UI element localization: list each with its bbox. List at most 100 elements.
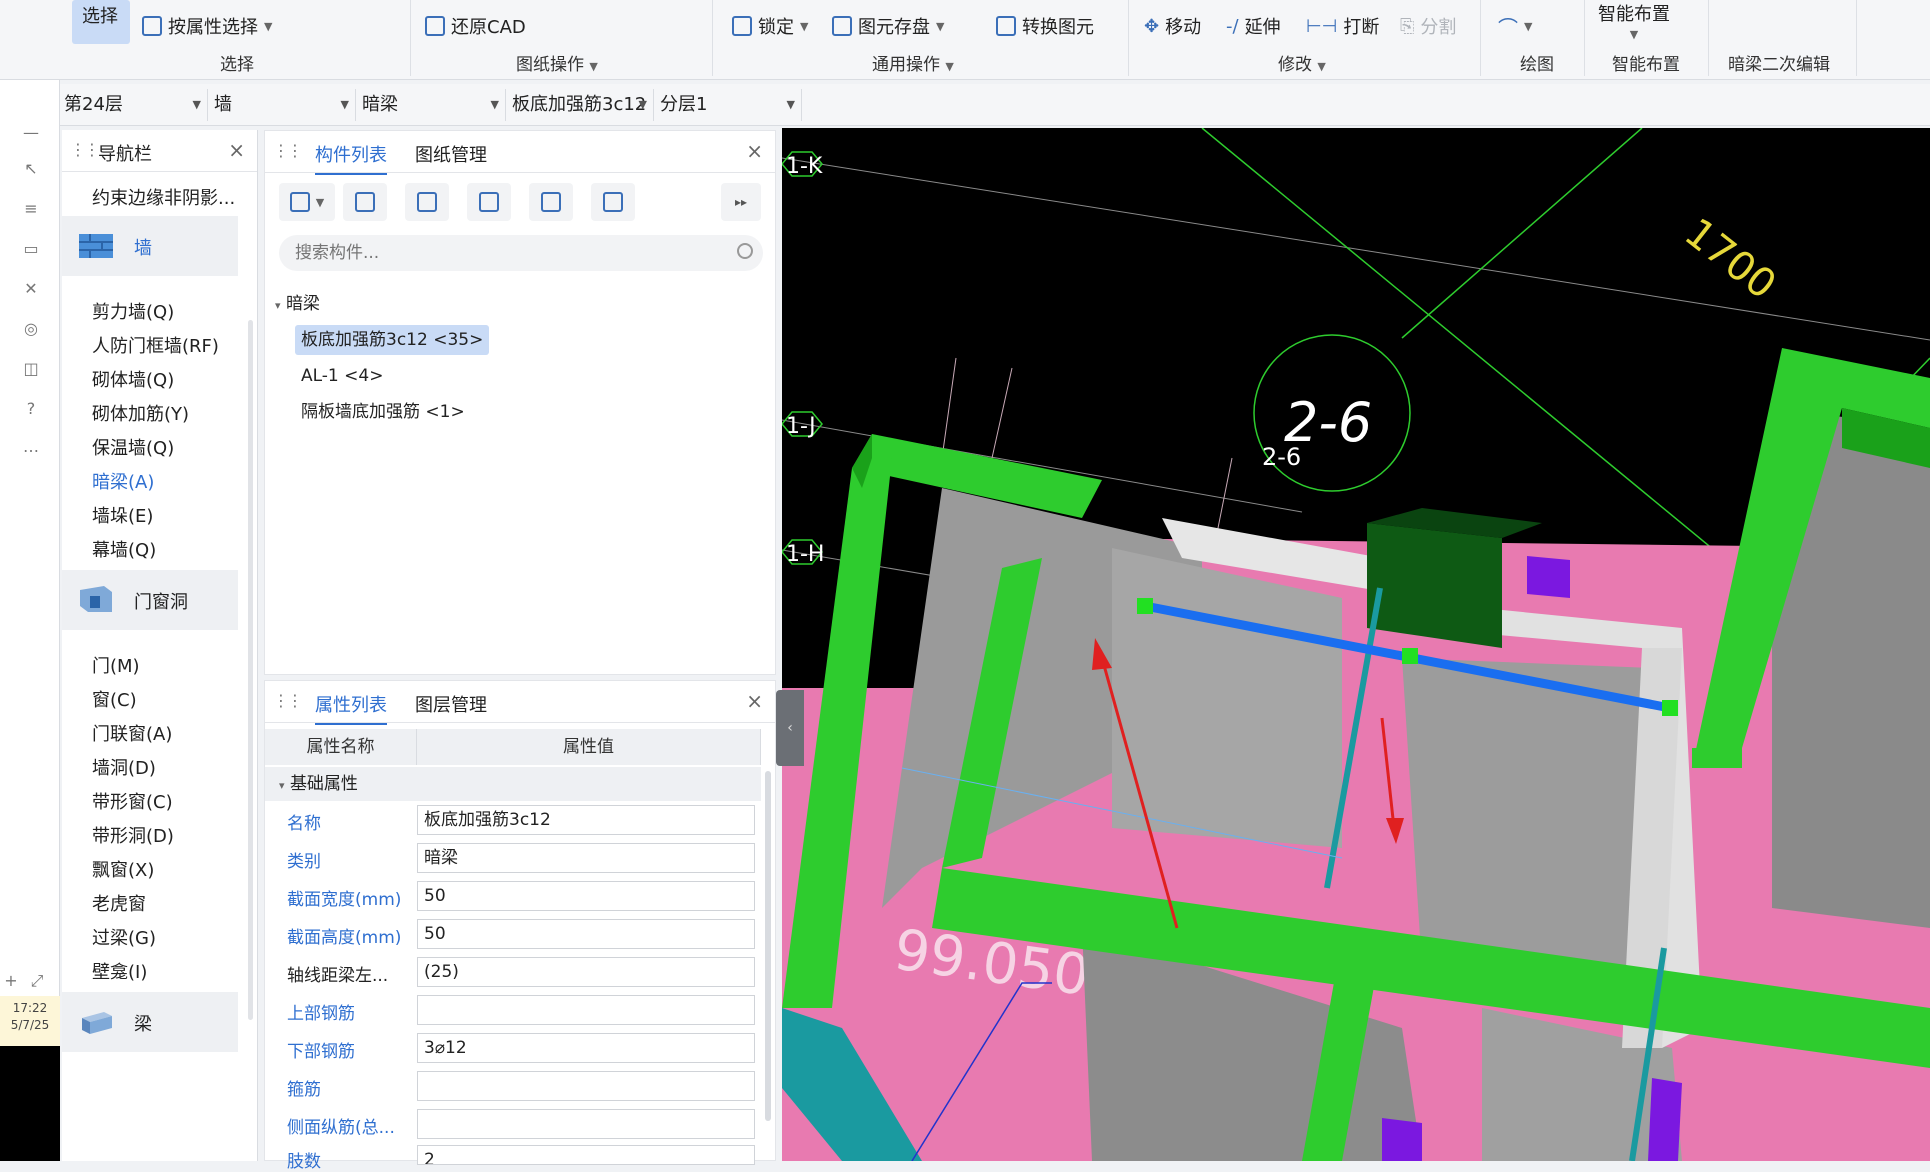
nav-item-wall-opening[interactable]: 墙洞(D) (92, 754, 156, 780)
minimize-icon[interactable]: — (20, 122, 42, 144)
tree-item-slab-bottom-rebar[interactable]: 板底加强筋3c12 <35> (295, 325, 490, 355)
convert-elements-button[interactable]: 转换图元 (996, 12, 1094, 40)
new-component-button[interactable]: ▼ (279, 183, 335, 221)
tree-item-partition-bottom-rebar[interactable]: 隔板墙底加强筋 <1> (295, 397, 471, 427)
drag-handle-icon[interactable]: ⋮⋮ (273, 691, 303, 710)
nav-item-hidden-beam[interactable]: 暗梁(A) (92, 468, 154, 494)
draw-arc-button[interactable]: ⌒ ▼ (1498, 12, 1532, 40)
tree-root-hidden-beam[interactable]: ▾ 暗梁 (269, 289, 326, 319)
close-icon[interactable]: × (746, 139, 763, 163)
nav-item-constraint-edge[interactable]: 约束边缘非阴影... (92, 184, 235, 210)
lock-button[interactable]: 锁定 ▼ (732, 12, 808, 40)
break-button[interactable]: ⊢⊣ 打断 (1306, 12, 1379, 40)
tab-drawing-management[interactable]: 图纸管理 (415, 141, 487, 167)
grip-handle[interactable] (1402, 648, 1418, 664)
select-by-attribute-button[interactable]: 按属性选择 ▼ (142, 12, 272, 40)
layer-select[interactable]: 分层1 ▼ (656, 89, 802, 121)
nav-item-curtain-wall[interactable]: 幕墙(Q) (92, 536, 156, 562)
component-select[interactable]: 板底加强筋3c12 ▼ (508, 89, 654, 121)
nav-item-civil-defense-door-wall[interactable]: 人防门框墙(RF) (92, 332, 219, 358)
pointer-icon[interactable]: ↖ (20, 158, 42, 180)
prop-value-top-rebar[interactable] (417, 995, 755, 1025)
collapse-panel-handle[interactable]: ‹ (776, 690, 804, 766)
drag-handle-icon[interactable]: ⋮⋮ (273, 141, 303, 160)
group-label-modify[interactable]: 修改 ▼ (1278, 50, 1326, 75)
save-elements-button[interactable]: 图元存盘 ▼ (832, 12, 944, 40)
nav-item-masonry-reinforcement[interactable]: 砌体加筋(Y) (92, 400, 189, 426)
tree-item-al-1[interactable]: AL-1 <4> (295, 361, 389, 391)
close-icon[interactable]: × (746, 689, 763, 713)
smart-layout-button[interactable]: 智能布置 ▼ (1598, 0, 1670, 41)
type-select[interactable]: 暗梁 ▼ (358, 89, 506, 121)
duplicate-layer-button[interactable] (467, 183, 511, 221)
extend-button[interactable]: -/ 延伸 (1226, 12, 1281, 40)
move-button[interactable]: ✥ 移动 (1144, 12, 1201, 40)
prop-value-stirrup[interactable] (417, 1071, 755, 1101)
bookmark-icon[interactable]: ◫ (20, 358, 42, 380)
load-component-button[interactable] (591, 183, 635, 221)
nav-item-shear-wall[interactable]: 剪力墙(Q) (92, 298, 174, 324)
grip-handle[interactable] (1137, 598, 1153, 614)
purple-marker[interactable] (1648, 1078, 1682, 1161)
group-label-drawing-ops[interactable]: 图纸操作 ▼ (516, 50, 598, 75)
nav-item-masonry-wall[interactable]: 砌体墙(Q) (92, 366, 174, 392)
add-icon[interactable]: + (0, 970, 22, 992)
wall-top-green[interactable] (1692, 748, 1742, 768)
more-tools-button[interactable]: ▸▸ (721, 183, 761, 221)
section-basic-properties[interactable]: ▾ 基础属性 (265, 767, 761, 801)
tools-icon[interactable]: ✕ (20, 278, 42, 300)
copy-component-button[interactable] (343, 183, 387, 221)
floor-select[interactable]: 第24层 ▼ (60, 89, 208, 121)
nav-item-dormer-window[interactable]: 老虎窗 (92, 890, 146, 916)
prop-value-section-height[interactable]: 50 (417, 919, 755, 949)
prop-value-category[interactable]: 暗梁 (417, 843, 755, 873)
search-icon[interactable] (737, 243, 753, 259)
more-icon[interactable]: … (20, 436, 42, 458)
tab-property-list[interactable]: 属性列表 (315, 691, 387, 725)
fullscreen-icon[interactable]: ⤢ (26, 970, 48, 992)
column-block[interactable] (1367, 523, 1502, 648)
select-button[interactable]: 选择 (72, 0, 130, 44)
nav-category-wall[interactable]: 墙 (62, 216, 238, 276)
nav-item-wall-pier[interactable]: 墙垛(E) (92, 502, 153, 528)
nav-category-openings[interactable]: 门窗洞 (62, 570, 238, 630)
nav-category-beam[interactable]: 梁 (62, 992, 238, 1052)
restore-cad-button[interactable]: 还原CAD (425, 12, 526, 40)
search-input[interactable] (279, 235, 763, 271)
nav-item-strip-window[interactable]: 带形窗(C) (92, 788, 173, 814)
prop-value-axis-offset[interactable]: (25) (417, 957, 755, 987)
property-scrollbar[interactable] (765, 771, 771, 1121)
close-icon[interactable]: × (228, 138, 245, 162)
nav-item-insulation-wall[interactable]: 保温墙(Q) (92, 434, 174, 460)
camera-icon[interactable]: ◎ (20, 318, 42, 340)
nav-item-window[interactable]: 窗(C) (92, 686, 137, 712)
group-label-general-ops[interactable]: 通用操作 ▼ (872, 50, 954, 75)
prop-value-side-rebar[interactable] (417, 1109, 755, 1139)
category-select[interactable]: 墙 ▼ (210, 89, 356, 121)
prop-value-leg-count[interactable]: 2 (417, 1145, 755, 1165)
tab-component-list[interactable]: 构件列表 (315, 141, 387, 175)
nav-item-niche[interactable]: 壁龛(I) (92, 958, 147, 984)
prop-value-bottom-rebar[interactable]: 3⌀12 (417, 1033, 755, 1063)
nav-item-bay-window[interactable]: 飘窗(X) (92, 856, 154, 882)
wall-face[interactable] (1112, 548, 1342, 848)
sliders-icon[interactable]: ≡ (20, 198, 42, 220)
prop-value-section-width[interactable]: 50 (417, 881, 755, 911)
tab-layer-management[interactable]: 图层管理 (415, 691, 487, 717)
nav-scrollbar[interactable] (248, 320, 253, 1020)
drag-handle-icon[interactable]: ⋮⋮ (70, 140, 100, 159)
prop-value-name[interactable]: 板底加强筋3c12 (417, 805, 755, 835)
3d-viewport[interactable]: 1-K 1-J 1-H G 1 1700 2-6 2-6 99.050 (782, 128, 1930, 1161)
group-label-hidden-beam-edit[interactable]: 暗梁二次编辑 (1728, 50, 1830, 75)
nav-item-strip-opening[interactable]: 带形洞(D) (92, 822, 174, 848)
delete-component-button[interactable] (405, 183, 449, 221)
comment-icon[interactable]: ▭ (20, 238, 42, 260)
help-icon[interactable]: ? (20, 398, 42, 420)
viewport-canvas[interactable]: 1-K 1-J 1-H G 1 1700 2-6 2-6 99.050 (782, 128, 1930, 1161)
split-button[interactable]: ⎘ 分割 (1400, 12, 1456, 40)
nav-item-door[interactable]: 门(M) (92, 652, 140, 678)
nav-item-lintel[interactable]: 过梁(G) (92, 924, 156, 950)
nav-item-door-window[interactable]: 门联窗(A) (92, 720, 172, 746)
purple-marker[interactable] (1382, 1118, 1422, 1161)
grip-handle[interactable] (1662, 700, 1678, 716)
